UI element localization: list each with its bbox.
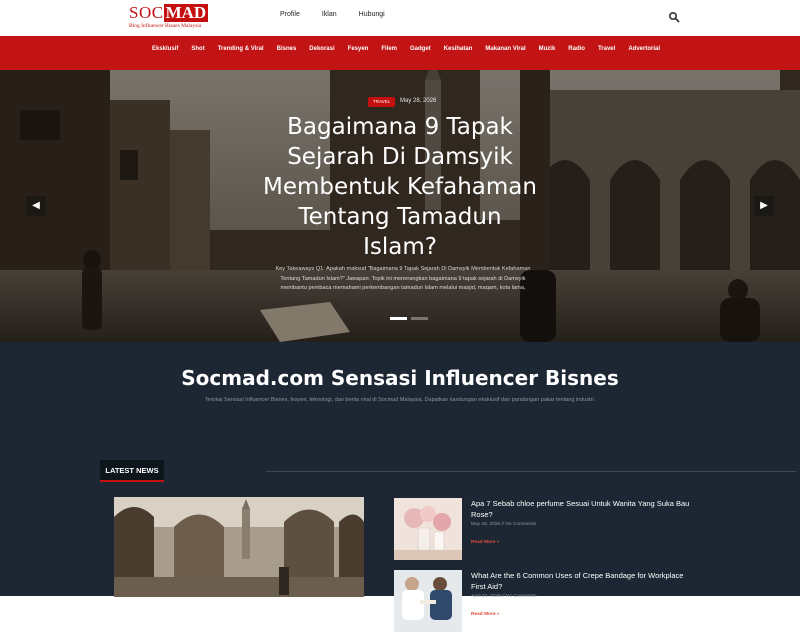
read-more-link[interactable]: Read More » xyxy=(471,540,500,545)
site-logo[interactable]: SOC MAD Blog Influencer Bisnes Malaysia xyxy=(129,4,215,32)
hero-title[interactable]: Bagaimana 9 Tapak Sejarah Di Damsyik Mem… xyxy=(260,112,540,262)
news-meta: May 28, 2026 // No Comments xyxy=(471,522,537,527)
category-kesihatan[interactable]: Kesihatan xyxy=(444,46,473,52)
hero-slider: Travel May 28, 2026 Bagaimana 9 Tapak Se… xyxy=(0,70,800,342)
category-eksklusif[interactable]: Eksklusif xyxy=(152,46,178,52)
category-advertorial[interactable]: Advertorial xyxy=(628,46,660,52)
read-more-link[interactable]: Read More » xyxy=(471,612,500,617)
logo-tagline: Blog Influencer Bisnes Malaysia xyxy=(129,23,202,29)
news-thumbnail[interactable] xyxy=(394,570,462,632)
logo-mad-text: MAD xyxy=(163,3,209,22)
category-filem[interactable]: Filem xyxy=(381,46,397,52)
news-title[interactable]: Apa 7 Sebab chloe perfume Sesuai Untuk W… xyxy=(471,498,691,520)
logo-soc-text: SOC xyxy=(129,3,164,22)
news-meta: April 30, 2026 // No Comments xyxy=(471,594,537,599)
slider-prev-button[interactable]: ◀ xyxy=(26,196,46,216)
site-heading: Socmad.com Sensasi Influencer Bisnes xyxy=(181,366,619,390)
category-gadget[interactable]: Gadget xyxy=(410,46,431,52)
slider-dot[interactable] xyxy=(411,317,428,320)
news-title[interactable]: What Are the 6 Common Uses of Crepe Band… xyxy=(471,570,691,592)
chevron-right-icon: ▶ xyxy=(760,200,768,211)
nav-iklan[interactable]: Iklan xyxy=(322,11,337,18)
latest-news-label: LATEST NEWS xyxy=(100,460,164,482)
category-makanan-viral[interactable]: Makanan Viral xyxy=(485,46,525,52)
category-trending-viral[interactable]: Trending & Viral xyxy=(218,46,264,52)
category-badge[interactable]: Travel xyxy=(368,97,396,107)
site-header: SOC MAD Blog Influencer Bisnes Malaysia P… xyxy=(0,0,800,36)
category-fesyen[interactable]: Fesyen xyxy=(348,46,369,52)
search-icon[interactable] xyxy=(668,10,680,23)
category-dekorasi[interactable]: Dekorasi xyxy=(309,46,334,52)
chevron-left-icon: ◀ xyxy=(32,200,40,211)
featured-post-image[interactable] xyxy=(114,497,364,597)
hero-date: May 28, 2026 xyxy=(400,98,437,104)
slider-pagination xyxy=(390,317,432,320)
nav-hubungi[interactable]: Hubungi xyxy=(359,11,385,18)
category-shot[interactable]: Shot xyxy=(191,46,204,52)
hero-excerpt: Key Takeaways Q1: Apakah maksud “Bagaima… xyxy=(275,266,531,291)
nav-profile[interactable]: Profile xyxy=(280,11,300,18)
news-thumbnail[interactable] xyxy=(394,498,462,560)
logo-wordmark: SOC MAD xyxy=(129,3,209,22)
site-subheading: Terokai Sensasi Influencer Bisnes, fesye… xyxy=(204,397,596,403)
category-radio[interactable]: Radio xyxy=(568,46,585,52)
category-bar: Eksklusif Shot Trending & Viral Bisnes D… xyxy=(0,36,800,70)
category-travel[interactable]: Travel xyxy=(598,46,615,52)
intro-section: Socmad.com Sensasi Influencer Bisnes Ter… xyxy=(0,342,800,632)
category-bisnes[interactable]: Bisnes xyxy=(277,46,297,52)
category-muzik[interactable]: Muzik xyxy=(539,46,556,52)
top-navigation: Profile Iklan Hubungi xyxy=(280,11,407,18)
section-divider xyxy=(266,471,796,472)
slider-dot-active[interactable] xyxy=(390,317,407,320)
slider-next-button[interactable]: ▶ xyxy=(754,196,774,216)
